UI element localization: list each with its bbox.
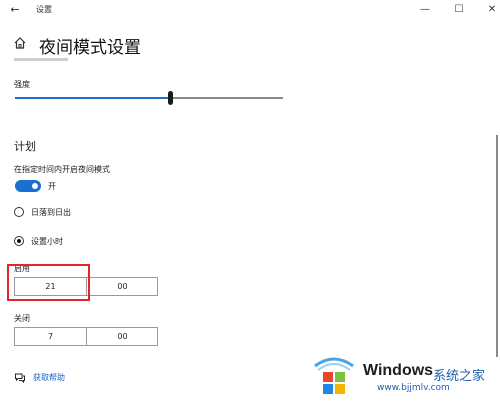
app-title: 设置: [36, 5, 52, 14]
watermark-url: www.bjjmlv.com: [377, 383, 450, 393]
title-bar: ← 设置 — ☐ ✕: [0, 0, 500, 20]
settings-window: ← 设置 — ☐ ✕ 夜间模式设置 强度 计划 在指定时间内开启夜间模式 开 日…: [0, 0, 500, 404]
scrollbar[interactable]: [496, 135, 498, 357]
help-chat-icon[interactable]: [14, 372, 26, 384]
strength-slider-fill: [15, 97, 170, 99]
schedule-section-title: 计划: [14, 140, 36, 153]
title-underline: [14, 58, 68, 61]
radio-sunset-to-sunrise[interactable]: [14, 207, 24, 217]
get-help-link[interactable]: 获取帮助: [33, 372, 65, 383]
highlight-annotation: [7, 264, 90, 301]
radio-label-sunset: 日落到日出: [31, 208, 71, 217]
schedule-toggle-caption: 在指定时间内开启夜间模式: [14, 165, 110, 174]
minimize-button[interactable]: —: [416, 2, 434, 18]
maximize-button[interactable]: ☐: [450, 2, 468, 18]
turn-off-time-picker[interactable]: 7 00: [14, 327, 158, 346]
toggle-state-label: 开: [48, 182, 56, 191]
radio-label-set-hours: 设置小时: [31, 237, 63, 246]
turn-on-minute[interactable]: 00: [87, 278, 158, 295]
windows-logo-watermark: [314, 357, 354, 394]
radio-set-hours[interactable]: [14, 236, 24, 246]
page-title: 夜间模式设置: [39, 38, 141, 58]
home-icon[interactable]: [13, 36, 27, 50]
turn-off-minute[interactable]: 00: [87, 328, 158, 345]
turn-off-hour[interactable]: 7: [15, 328, 87, 345]
strength-slider-thumb[interactable]: [168, 91, 173, 105]
toggle-knob: [32, 183, 38, 189]
strength-slider-track[interactable]: [15, 97, 283, 99]
schedule-toggle[interactable]: [15, 180, 41, 192]
watermark-brand: Windows: [363, 362, 434, 379]
watermark-cn: 系统之家: [433, 369, 486, 384]
turn-off-label: 关闭: [14, 314, 30, 323]
strength-label: 强度: [14, 80, 30, 89]
close-button[interactable]: ✕: [483, 2, 500, 18]
back-arrow-icon[interactable]: ←: [8, 3, 22, 17]
